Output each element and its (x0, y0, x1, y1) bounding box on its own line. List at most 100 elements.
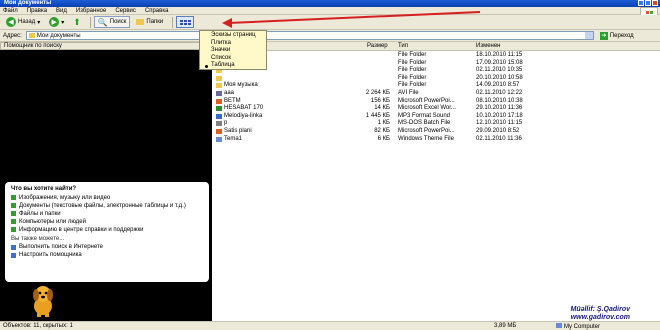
menu-edit[interactable]: Правка (27, 7, 47, 15)
file-type: File Folder (398, 67, 427, 74)
maximize-button[interactable] (645, 0, 651, 6)
status-bar: Объектов: 11, скрытых: 1 3,89 МБ My Comp… (0, 321, 660, 330)
search-dog-icon[interactable] (28, 282, 58, 318)
file-rows: File Folder 18.10.2010 11:15 ...ionFile Fo… (212, 52, 660, 143)
file-type: File Folder (398, 52, 427, 58)
file-row[interactable]: Satis plani 82 КБ Microsoft PowerPoi... 29.… (212, 128, 660, 136)
address-input[interactable]: Мои документы (25, 31, 594, 40)
view-icons[interactable]: Значки (200, 47, 266, 55)
file-modified: 08.10.2010 10:38 (476, 97, 523, 104)
search-companion-header: Помощник по поиску × (0, 42, 212, 50)
address-bar: Адрес: Мои документы ➜ Переход (0, 30, 660, 42)
status-location: My Computer (556, 323, 600, 330)
file-name: Satis plani (224, 127, 252, 134)
search-option-computers-people[interactable]: Компьютеры или людей (11, 219, 203, 225)
file-row[interactable]: File Folder 18.10.2010 11:15 (212, 52, 660, 60)
go-button[interactable]: ➜ Переход (599, 31, 634, 40)
file-row[interactable]: aaa 2 264 КБ AVI File 02.11.2010 12:22 (212, 90, 660, 98)
minimize-button[interactable] (638, 0, 644, 6)
view-list[interactable]: Список (200, 55, 266, 63)
chevron-down-icon[interactable] (584, 32, 593, 39)
folders-button[interactable]: Папки (133, 16, 166, 28)
file-type: Windows Theme File (398, 135, 454, 142)
file-type: MS-DOS Batch File (398, 120, 451, 127)
menu-favorites[interactable]: Избранное (76, 7, 106, 15)
configure-assistant-link[interactable]: Настроить помощника (11, 252, 203, 258)
close-button[interactable] (652, 0, 658, 6)
views-button[interactable] (176, 16, 195, 28)
settings-icon (11, 252, 16, 258)
file-size: 82 КБ (374, 127, 390, 134)
green-arrow-icon (11, 195, 16, 200)
column-modified[interactable]: Изменен (476, 43, 501, 49)
file-size: 156 КБ (370, 97, 390, 104)
search-internet-link[interactable]: Выполнить поиск в Интернете (11, 244, 203, 250)
search-option-help-center[interactable]: Информацию в центре справки и поддержки (11, 227, 203, 233)
file-name: aaa (224, 89, 235, 96)
green-arrow-icon (11, 227, 16, 232)
back-arrow-icon: ◀ (6, 17, 16, 27)
file-row[interactable]: Melodiya-linka 1 445 КБ MP3 Format Sound 10… (212, 113, 660, 121)
search-option-files-folders[interactable]: Файлы и папки (11, 211, 203, 217)
view-thumbnails[interactable]: Эскизы страниц (200, 32, 266, 40)
file-row[interactable]: p 1 КБ MS-DOS Batch File 12.10.2010 11:15 (212, 120, 660, 128)
file-row[interactable]: Tema1 6 КБ Windows Theme File 02.11.2010 11… (212, 136, 660, 144)
file-modified: 18.10.2010 11:15 (476, 52, 523, 58)
file-row[interactable]: HESABAT 170 14 КБ Microsoft Excel Wor... 29… (212, 105, 660, 113)
search-icon: 🔍 (97, 17, 108, 27)
menu-view[interactable]: Вид (56, 7, 67, 15)
file-row[interactable]: File Folder 02.11.2010 10:35 (212, 67, 660, 75)
column-type[interactable]: Тип (398, 43, 408, 49)
up-folder-icon: ⬆ (73, 16, 81, 27)
back-button[interactable]: ◀ Назад ▾ (3, 16, 43, 28)
toolbar-separator (89, 16, 91, 28)
menu-tools[interactable]: Сервис (115, 7, 136, 15)
file-name: Моя музыка (224, 82, 258, 89)
views-dropdown-menu: Эскизы страниц Плитка Значки Список Табл… (199, 30, 267, 70)
forward-arrow-icon: ▶ (49, 17, 60, 27)
file-row[interactable]: ...ionFile Folder17.09.2010 15:08 (212, 60, 660, 68)
address-value: Мои документы (36, 32, 81, 39)
window-controls (638, 0, 658, 6)
menu-bar: Файл Правка Вид Избранное Сервис Справка (0, 7, 660, 15)
file-name: BETM (224, 97, 241, 104)
folder-icon (216, 75, 222, 81)
file-modified: 20.10.2010 10:58 (476, 74, 523, 81)
view-tiles[interactable]: Плитка (200, 40, 266, 48)
file-name: p (224, 120, 228, 127)
file-size: 1 445 КБ (365, 112, 390, 119)
excel-file-icon (216, 106, 222, 112)
file-name: Tema1 (224, 135, 243, 142)
green-arrow-icon (11, 211, 16, 216)
column-header: Размер Тип Изменен (212, 42, 660, 51)
file-type: File Folder (398, 74, 427, 81)
also-label: Вы также можете... (11, 236, 65, 242)
file-row[interactable]: File Folder 20.10.2010 10:58 (212, 75, 660, 83)
folder-icon (28, 33, 35, 38)
status-size: 3,89 МБ (494, 323, 517, 329)
menu-help[interactable]: Справка (145, 7, 169, 15)
search-question: Что вы хотите найти? (11, 186, 77, 192)
file-modified: 02.11.2010 11:36 (476, 135, 522, 142)
forward-button[interactable]: ▶ ▾ (46, 16, 67, 28)
address-label: Адрес: (3, 32, 22, 39)
up-folder-button[interactable]: ⬆ (70, 16, 84, 28)
views-grid-icon (179, 19, 191, 25)
file-size: 2 264 КБ (365, 89, 390, 96)
file-row[interactable]: BETM 156 КБ Microsoft PowerPoi... 08.10.201… (212, 98, 660, 106)
view-details[interactable]: Таблица (200, 62, 266, 70)
search-option-documents[interactable]: Документы (текстовые файлы, электронные … (11, 203, 203, 209)
file-modified: 02.11.2010 10:35 (476, 67, 523, 74)
powerpoint-file-icon (216, 128, 222, 134)
go-arrow-icon: ➜ (599, 31, 608, 40)
search-button[interactable]: 🔍 Поиск (93, 16, 131, 28)
toolbar: ◀ Назад ▾ ▶ ▾ ⬆ 🔍 Поиск Папки (0, 15, 660, 30)
file-size: 14 КБ (374, 105, 390, 112)
file-type: File Folder (398, 59, 427, 66)
file-row[interactable]: Моя музыка File Folder 14.09.2010 8:57 (212, 82, 660, 90)
file-modified: 14.09.2010 8:57 (476, 82, 520, 89)
search-option-media[interactable]: Изображения, музыку или видео (11, 195, 203, 201)
menu-file[interactable]: Файл (3, 7, 18, 15)
column-size[interactable]: Размер (367, 43, 388, 49)
file-size: 6 КБ (377, 135, 390, 142)
